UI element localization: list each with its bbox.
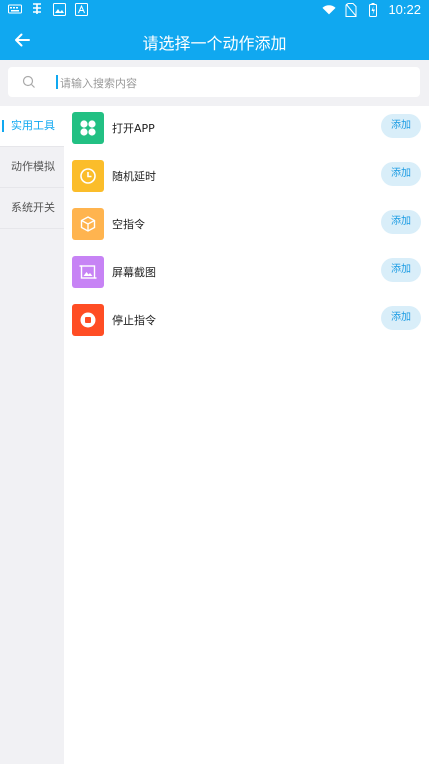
add-button[interactable]: 添加	[381, 306, 421, 330]
status-bar: 10:22	[0, 0, 429, 20]
action-label: 随机延时	[112, 170, 156, 183]
app-bar: 请选择一个动作添加	[0, 20, 429, 60]
a-box-icon	[74, 2, 88, 16]
list-item-screenshot: 屏幕截图 添加	[64, 250, 429, 298]
action-label: 屏幕截图	[112, 266, 156, 279]
search-bar	[0, 60, 429, 106]
search-input[interactable]	[58, 72, 412, 94]
battery-icon	[366, 2, 380, 17]
sidebar-item-tools[interactable]: 实用工具	[0, 106, 64, 147]
list-item-open-app: 打开APP 添加	[64, 106, 429, 154]
no-sim-icon	[344, 2, 358, 17]
status-time: 10:22	[388, 2, 421, 17]
screenshot-icon	[72, 256, 104, 288]
action-label: 空指令	[112, 218, 145, 231]
wifi-icon	[322, 3, 337, 17]
category-sidebar: 实用工具 动作模拟 系统开关	[0, 106, 64, 764]
add-button[interactable]: 添加	[381, 258, 421, 282]
stop-icon	[72, 304, 104, 336]
clock-icon	[72, 160, 104, 192]
list-item-empty-command: 空指令 添加	[64, 202, 429, 250]
search-icon	[22, 75, 35, 88]
status-right-icons: 10:22	[322, 2, 421, 17]
add-button[interactable]: 添加	[381, 210, 421, 234]
status-left-icons	[8, 2, 88, 16]
sidebar-item-action-simulation[interactable]: 动作模拟	[0, 147, 64, 188]
action-list: 打开APP 添加 随机延时 添加 空指令 添加 屏幕截图 添加 停止指令 添加	[64, 106, 429, 764]
bug-icon	[30, 2, 44, 16]
cube-icon	[72, 208, 104, 240]
add-button[interactable]: 添加	[381, 114, 421, 138]
action-label: 停止指令	[112, 314, 156, 327]
list-item-stop-command: 停止指令 添加	[64, 298, 429, 346]
add-button[interactable]: 添加	[381, 162, 421, 186]
page-title: 请选择一个动作添加	[142, 34, 287, 53]
list-item-random-delay: 随机延时 添加	[64, 154, 429, 202]
keyboard-icon	[8, 2, 22, 16]
action-label: 打开APP	[112, 122, 155, 135]
app-grid-icon	[72, 112, 104, 144]
image-icon	[52, 2, 66, 16]
search-box[interactable]	[8, 67, 420, 97]
sidebar-item-system-switches[interactable]: 系统开关	[0, 188, 64, 229]
